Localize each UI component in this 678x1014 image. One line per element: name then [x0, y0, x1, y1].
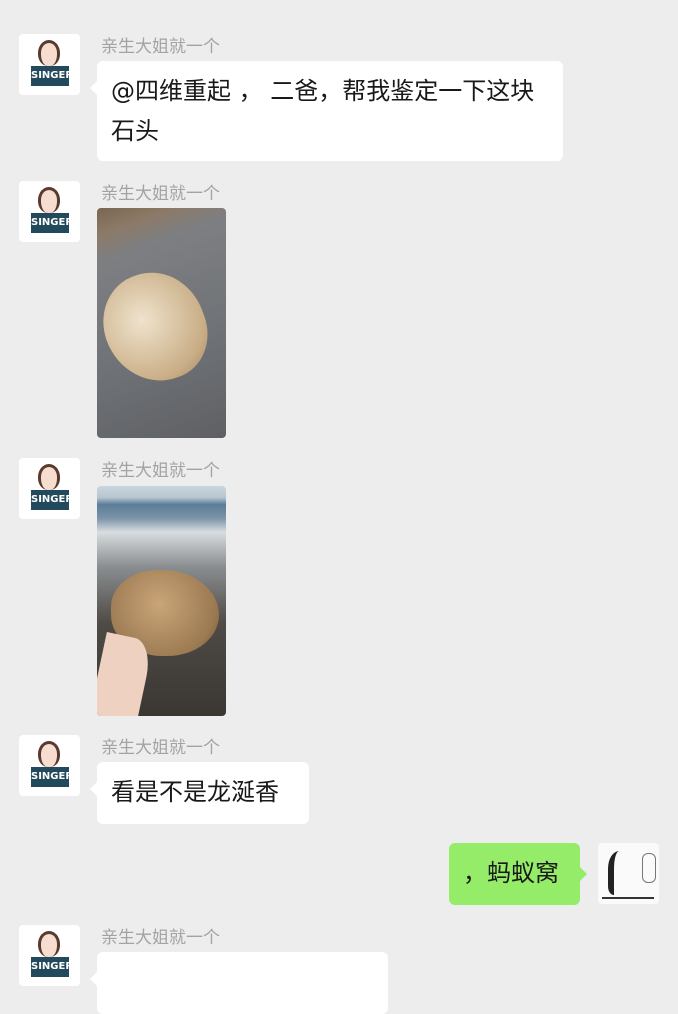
caption-line [602, 897, 654, 899]
avatar-face-icon [38, 741, 60, 767]
sender-name: 亲生大姐就一个 [101, 184, 220, 204]
sender-name: 亲生大姐就一个 [101, 37, 220, 57]
avatar-logo: SINGER [31, 66, 73, 86]
sender-name: 亲生大姐就一个 [101, 738, 220, 758]
sender-avatar[interactable]: SINGER [19, 735, 80, 796]
avatar-face-icon [38, 464, 60, 490]
avatar-face-icon [38, 40, 60, 66]
stone-shape [97, 258, 221, 396]
avatar-face-icon [38, 187, 60, 213]
sender-name: 亲生大姐就一个 [101, 928, 220, 948]
my-avatar[interactable] [598, 843, 659, 904]
avatar-logo: SINGER [31, 490, 73, 510]
image-message-stone-on-sand[interactable] [97, 208, 226, 438]
sender-avatar[interactable]: SINGER [19, 925, 80, 986]
sender-avatar[interactable]: SINGER [19, 181, 80, 242]
message-bubble[interactable]: 看是不是龙涎香 [90, 762, 309, 824]
image-message-stone-in-hand[interactable] [97, 486, 226, 716]
avatar-logo: SINGER [31, 957, 73, 977]
message-bubble[interactable] [90, 952, 388, 1014]
avatar-logo: SINGER [31, 213, 73, 233]
sent-message-bubble[interactable]: ，蚂蚁窝 [449, 843, 587, 905]
avatar-logo: SINGER [31, 767, 73, 787]
sender-avatar[interactable]: SINGER [19, 458, 80, 519]
message-bubble[interactable]: @四维重起 ， 二爸，帮我鉴定一下这块石头 [90, 61, 563, 161]
sender-name: 亲生大姐就一个 [101, 461, 220, 481]
speech-bubble-icon [642, 853, 656, 883]
avatar-sketch-icon [608, 851, 636, 895]
sender-avatar[interactable]: SINGER [19, 34, 80, 95]
avatar-face-icon [38, 931, 60, 957]
